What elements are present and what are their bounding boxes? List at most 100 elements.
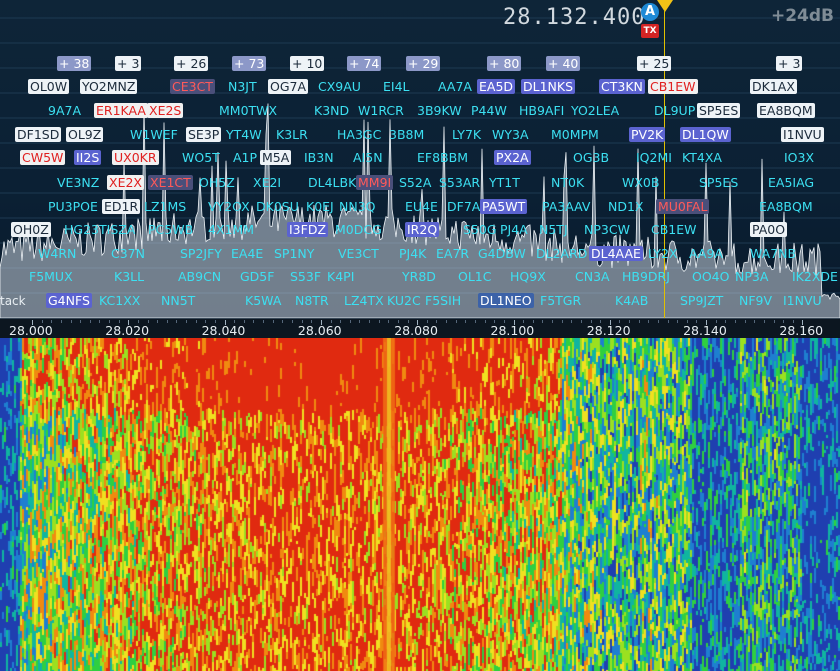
spot-callsign[interactable]: LZ4TX: [342, 293, 386, 308]
spot-callsign[interactable]: F5SIH: [423, 293, 463, 308]
spot-callsign[interactable]: P44W: [469, 103, 509, 118]
spot-callsign[interactable]: I1NVU: [781, 293, 824, 308]
spot-callsign[interactable]: SP5ES: [697, 103, 741, 118]
spot-callsign[interactable]: IB3N: [302, 150, 336, 165]
spot-callsign[interactable]: DL1NKS: [521, 79, 576, 94]
spot-callsign[interactable]: IR2Q: [405, 222, 440, 237]
spot-callsign[interactable]: ND1X: [606, 199, 646, 214]
spot-callsign[interactable]: K5WA: [243, 293, 283, 308]
spot-callsign[interactable]: S53F: [288, 269, 323, 284]
spot-callsign[interactable]: MM9I: [356, 175, 394, 190]
spot-callsign[interactable]: EA4E: [229, 246, 265, 261]
spot-callsign[interactable]: CT3KN: [599, 79, 645, 94]
spot-callsign[interactable]: DK1AX: [750, 79, 797, 94]
spot-callsign[interactable]: HB9AFI: [517, 103, 566, 118]
spot-callsign[interactable]: + 3: [776, 56, 803, 71]
spot-callsign[interactable]: HG23TISZA: [62, 222, 137, 237]
spot-callsign[interactable]: ER1KAA: [94, 103, 148, 118]
spot-callsign[interactable]: AI5N: [351, 150, 385, 165]
spot-callsign[interactable]: MM0TWX: [217, 103, 279, 118]
spot-callsign[interactable]: MU0FAL: [656, 199, 710, 214]
spot-callsign[interactable]: F5MUX: [27, 269, 75, 284]
spot-callsign[interactable]: YR8D: [400, 269, 438, 284]
spot-callsign[interactable]: + 3: [115, 56, 142, 71]
spot-callsign[interactable]: NT0K: [549, 175, 586, 190]
spot-callsign[interactable]: KC1XX: [97, 293, 142, 308]
spot-callsign[interactable]: I3FDZ: [287, 222, 329, 237]
spot-callsign[interactable]: IQ2MI: [634, 150, 674, 165]
spot-callsign[interactable]: VY2OX: [206, 199, 252, 214]
spot-callsign[interactable]: DL9UP: [652, 103, 697, 118]
spot-callsign[interactable]: M5A: [260, 150, 292, 165]
spot-callsign[interactable]: S53AR: [437, 175, 482, 190]
frequency-scale[interactable]: 28.000 28.020 28.040 28.060 28.080 28.100 28.1…: [0, 318, 840, 339]
spot-callsign[interactable]: XE2I: [251, 175, 283, 190]
spot-callsign[interactable]: AA9A: [687, 246, 725, 261]
spot-callsign[interactable]: LZ1MS: [142, 199, 188, 214]
spot-callsign[interactable]: EA5IAG: [766, 175, 816, 190]
spot-callsign[interactable]: DL4AAE: [589, 246, 643, 261]
spot-callsign[interactable]: EA5D: [477, 79, 516, 94]
spot-callsign[interactable]: OH5Z: [197, 175, 237, 190]
spot-callsign[interactable]: SP1NY: [272, 246, 316, 261]
spot-callsign[interactable]: VE3CT: [336, 246, 381, 261]
spot-callsign[interactable]: K3LL: [112, 269, 146, 284]
spot-callsign[interactable]: I1NVU: [781, 127, 824, 142]
spot-callsign[interactable]: 3B9KW: [415, 103, 464, 118]
spot-callsign[interactable]: PX2A: [494, 150, 531, 165]
spot-callsign[interactable]: W1RCR: [356, 103, 406, 118]
spot-callsign[interactable]: SP5ES: [697, 175, 740, 190]
spot-callsign[interactable]: PU3POE: [46, 199, 100, 214]
spot-callsign[interactable]: WA7NB: [748, 246, 798, 261]
waterfall[interactable]: [0, 338, 840, 671]
spot-callsign[interactable]: DL1QW: [680, 127, 731, 142]
tuning-marker-icon[interactable]: [657, 0, 673, 12]
spot-callsign[interactable]: XE1CT: [148, 175, 193, 190]
spot-callsign[interactable]: CB1EW: [649, 222, 699, 237]
spot-callsign[interactable]: YO2LEA: [569, 103, 621, 118]
spot-callsign[interactable]: K4AB: [613, 293, 650, 308]
spot-callsign[interactable]: OL9Z: [66, 127, 104, 142]
spot-callsign[interactable]: NP3CW: [582, 222, 632, 237]
spot-callsign[interactable]: PA3AAV: [540, 199, 592, 214]
spot-callsign[interactable]: IO3X: [782, 150, 816, 165]
spot-callsign[interactable]: + 80: [487, 56, 522, 71]
panadapter[interactable]: 28.132.400 A TX +24dB tack + 38 + 3 + 26 + …: [0, 0, 840, 318]
spot-callsign[interactable]: CE3CT: [170, 79, 215, 94]
spot-callsign[interactable]: PC5WB: [146, 222, 195, 237]
spot-callsign[interactable]: W1WEF: [128, 127, 180, 142]
spot-callsign[interactable]: DL1NEO: [478, 293, 534, 308]
spot-callsign[interactable]: K0EJ: [304, 199, 336, 214]
spot-callsign[interactable]: DL4LBK: [306, 175, 358, 190]
spot-callsign[interactable]: OG7A: [268, 79, 309, 94]
spot-callsign[interactable]: UX0KR: [112, 150, 159, 165]
spot-callsign[interactable]: W4RN: [36, 246, 78, 261]
spot-callsign[interactable]: XE2X: [107, 175, 144, 190]
spot-callsign[interactable]: S50G: [461, 222, 499, 237]
spot-callsign[interactable]: C37N: [109, 246, 147, 261]
spot-callsign[interactable]: PJ4K: [397, 246, 428, 261]
spot-callsign[interactable]: II2S: [74, 150, 102, 165]
spot-callsign[interactable]: OH0Z: [11, 222, 51, 237]
spot-callsign[interactable]: NN3Q: [337, 199, 378, 214]
spot-callsign[interactable]: KU2C: [385, 293, 423, 308]
frequency-readout[interactable]: 28.132.400: [503, 4, 644, 32]
spot-callsign[interactable]: SP2JFY: [178, 246, 224, 261]
spot-callsign[interactable]: N8TR: [293, 293, 331, 308]
spot-callsign[interactable]: WO5T: [180, 150, 222, 165]
spot-callsign[interactable]: K3LR: [274, 127, 310, 142]
spot-callsign[interactable]: EF8BBM: [415, 150, 470, 165]
spot-callsign[interactable]: DL2ARD: [534, 246, 589, 261]
spot-callsign[interactable]: SP9JZT: [678, 293, 725, 308]
spot-callsign[interactable]: + 73: [232, 56, 267, 71]
spot-callsign[interactable]: YO2MNZ: [80, 79, 138, 94]
spot-callsign[interactable]: YT4W: [224, 127, 264, 142]
spot-callsign[interactable]: LY2X: [646, 246, 679, 261]
spot-callsign[interactable]: EA7R: [434, 246, 471, 261]
spot-callsign[interactable]: 3B8M: [387, 127, 426, 142]
spot-callsign[interactable]: PA0O: [750, 222, 788, 237]
spot-callsign[interactable]: EU4E: [403, 199, 440, 214]
spot-callsign[interactable]: NF9V: [737, 293, 774, 308]
spot-callsign[interactable]: PA5WT: [480, 199, 528, 214]
spot-callsign[interactable]: NP3A: [733, 269, 770, 284]
